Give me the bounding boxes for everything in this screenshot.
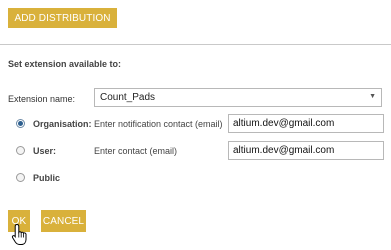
- hand-pointer-icon: [11, 223, 27, 245]
- extension-name-label: Extension name:: [8, 94, 76, 104]
- organisation-label: Organisation:: [33, 119, 92, 129]
- organisation-hint: Enter notification contact (email): [94, 119, 223, 129]
- divider: [0, 44, 391, 45]
- public-label: Public: [33, 173, 61, 183]
- add-distribution-button[interactable]: ADD DISTRIBUTION: [8, 8, 117, 28]
- organisation-radio[interactable]: [16, 119, 25, 128]
- cancel-button[interactable]: CANCEL: [41, 210, 86, 232]
- user-email-input[interactable]: [228, 141, 384, 160]
- organisation-email-input[interactable]: [228, 114, 384, 133]
- extension-name-value: Count_Pads: [100, 92, 156, 103]
- section-title: Set extension available to:: [8, 59, 122, 69]
- user-hint: Enter contact (email): [94, 146, 178, 156]
- user-radio[interactable]: [16, 146, 25, 155]
- public-radio[interactable]: [16, 173, 25, 182]
- chevron-down-icon: ▼: [369, 93, 376, 100]
- extension-name-select[interactable]: Count_Pads ▼: [94, 88, 382, 107]
- user-label: User:: [33, 146, 57, 156]
